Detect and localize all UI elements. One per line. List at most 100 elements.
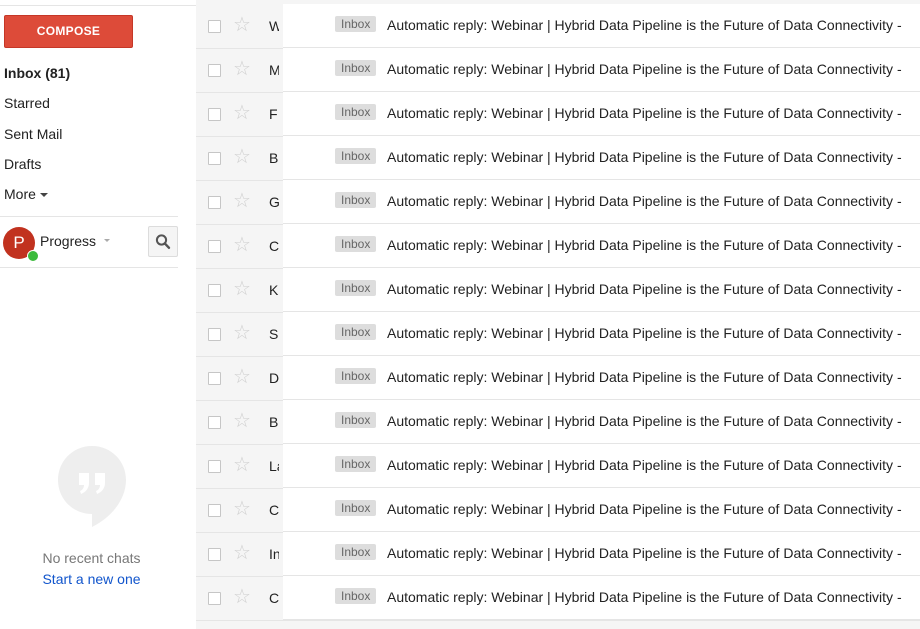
star-icon[interactable]: ☆	[233, 367, 251, 387]
sender-name: S	[269, 326, 279, 342]
inbox-label-badge: Inbox	[335, 500, 377, 516]
select-checkbox[interactable]	[208, 504, 221, 517]
star-icon[interactable]: ☆	[233, 455, 251, 475]
inbox-label-badge: Inbox	[335, 60, 377, 76]
nav-item-more-label: More	[4, 186, 36, 202]
star-icon[interactable]: ☆	[233, 499, 251, 519]
left-sidebar: COMPOSE Inbox (81) Starred Sent Mail Dra…	[0, 0, 196, 629]
star-icon[interactable]: ☆	[233, 15, 251, 35]
email-preview-panel[interactable]: Inbox Automatic reply: Webinar | Hybrid D…	[283, 180, 920, 224]
chat-divider	[0, 267, 178, 268]
email-preview-panel[interactable]: Inbox Automatic reply: Webinar | Hybrid D…	[283, 224, 920, 268]
email-row[interactable]: ☆ G Inbox Automatic reply: Webinar | Hybrid…	[196, 180, 920, 225]
star-icon[interactable]: ☆	[233, 411, 251, 431]
email-row[interactable]: ☆ In Inbox Automatic reply: Webinar | Hybri…	[196, 532, 920, 577]
nav-item-inbox[interactable]: Inbox (81)	[4, 65, 70, 81]
search-people-button[interactable]	[148, 226, 178, 257]
sender-name: B	[269, 414, 279, 430]
email-preview-panel[interactable]: Inbox Automatic reply: Webinar | Hybrid D…	[283, 444, 920, 488]
email-subject: Automatic reply: Webinar | Hybrid Data P…	[387, 281, 902, 297]
star-icon[interactable]: ☆	[233, 543, 251, 563]
sender-name: K	[269, 282, 279, 298]
inbox-label-badge: Inbox	[335, 412, 377, 428]
select-checkbox[interactable]	[208, 328, 221, 341]
select-checkbox[interactable]	[208, 240, 221, 253]
email-subject: Automatic reply: Webinar | Hybrid Data P…	[387, 369, 902, 385]
email-row[interactable]: ☆ D Inbox Automatic reply: Webinar | Hybrid…	[196, 356, 920, 401]
start-new-chat-link[interactable]: Start a new one	[0, 571, 183, 587]
sender-name: C	[269, 502, 279, 518]
email-preview-panel[interactable]: Inbox Automatic reply: Webinar | Hybrid D…	[283, 92, 920, 136]
star-icon[interactable]: ☆	[233, 587, 251, 607]
select-checkbox[interactable]	[208, 196, 221, 209]
select-checkbox[interactable]	[208, 108, 221, 121]
select-checkbox[interactable]	[208, 416, 221, 429]
star-icon[interactable]: ☆	[233, 235, 251, 255]
email-preview-panel[interactable]: Inbox Automatic reply: Webinar | Hybrid D…	[283, 576, 920, 620]
email-subject: Automatic reply: Webinar | Hybrid Data P…	[387, 237, 902, 253]
nav-item-drafts[interactable]: Drafts	[4, 156, 41, 172]
email-row[interactable]: ☆ S Inbox Automatic reply: Webinar | Hybrid…	[196, 312, 920, 357]
star-icon[interactable]: ☆	[233, 191, 251, 211]
nav-item-sent-mail[interactable]: Sent Mail	[4, 126, 62, 142]
inbox-label-badge: Inbox	[335, 104, 377, 120]
email-preview-panel[interactable]: Inbox Automatic reply: Webinar | Hybrid D…	[283, 532, 920, 576]
sender-name: W	[269, 18, 279, 34]
select-checkbox[interactable]	[208, 460, 221, 473]
email-subject: Automatic reply: Webinar | Hybrid Data P…	[387, 193, 902, 209]
email-preview-panel[interactable]: Inbox Automatic reply: Webinar | Hybrid D…	[283, 312, 920, 356]
star-icon[interactable]: ☆	[233, 59, 251, 79]
email-preview-panel[interactable]: Inbox Automatic reply: Webinar | Hybrid D…	[283, 268, 920, 312]
email-row[interactable]: ☆ W Inbox Automatic reply: Webinar | Hybrid…	[196, 4, 920, 49]
email-subject: Automatic reply: Webinar | Hybrid Data P…	[387, 589, 902, 605]
select-checkbox[interactable]	[208, 20, 221, 33]
select-checkbox[interactable]	[208, 372, 221, 385]
account-name[interactable]: Progress	[40, 233, 96, 249]
online-status-icon	[27, 250, 39, 262]
select-checkbox[interactable]	[208, 152, 221, 165]
email-row[interactable]: ☆ C Inbox Automatic reply: Webinar | Hybrid…	[196, 488, 920, 533]
sender-name: M	[269, 62, 279, 78]
header-divider	[0, 5, 196, 6]
email-row[interactable]: ☆ C Inbox Automatic reply: Webinar | Hybrid…	[196, 224, 920, 269]
inbox-label-badge: Inbox	[335, 368, 377, 384]
email-preview-panel[interactable]: Inbox Automatic reply: Webinar | Hybrid D…	[283, 488, 920, 532]
email-subject: Automatic reply: Webinar | Hybrid Data P…	[387, 501, 902, 517]
email-preview-panel[interactable]: Inbox Automatic reply: Webinar | Hybrid D…	[283, 356, 920, 400]
account-chevron-down-icon[interactable]	[104, 239, 110, 242]
email-row[interactable]: ☆ C Inbox Automatic reply: Webinar | Hybrid…	[196, 576, 920, 621]
email-preview-panel[interactable]: Inbox Automatic reply: Webinar | Hybrid D…	[283, 48, 920, 92]
email-subject: Automatic reply: Webinar | Hybrid Data P…	[387, 61, 902, 77]
email-preview-panel[interactable]: Inbox Automatic reply: Webinar | Hybrid D…	[283, 4, 920, 48]
email-row[interactable]: ☆ B Inbox Automatic reply: Webinar | Hybrid…	[196, 400, 920, 445]
inbox-label-badge: Inbox	[335, 236, 377, 252]
star-icon[interactable]: ☆	[233, 323, 251, 343]
compose-button[interactable]: COMPOSE	[4, 15, 133, 48]
sender-name: In	[269, 546, 279, 562]
email-subject: Automatic reply: Webinar | Hybrid Data P…	[387, 457, 902, 473]
email-row[interactable]: ☆ M Inbox Automatic reply: Webinar | Hybrid…	[196, 48, 920, 93]
email-subject: Automatic reply: Webinar | Hybrid Data P…	[387, 545, 902, 561]
email-row[interactable]: ☆ F Inbox Automatic reply: Webinar | Hybrid…	[196, 92, 920, 137]
email-row[interactable]: ☆ K Inbox Automatic reply: Webinar | Hybrid…	[196, 268, 920, 313]
email-preview-panel[interactable]: Inbox Automatic reply: Webinar | Hybrid D…	[283, 136, 920, 180]
star-icon[interactable]: ☆	[233, 147, 251, 167]
hangouts-icon	[57, 445, 127, 534]
select-checkbox[interactable]	[208, 592, 221, 605]
email-subject: Automatic reply: Webinar | Hybrid Data P…	[387, 17, 902, 33]
inbox-label-badge: Inbox	[335, 588, 377, 604]
sender-name: G	[269, 194, 279, 210]
inbox-label-badge: Inbox	[335, 16, 377, 32]
select-checkbox[interactable]	[208, 548, 221, 561]
select-checkbox[interactable]	[208, 64, 221, 77]
sender-name: B	[269, 150, 279, 166]
star-icon[interactable]: ☆	[233, 103, 251, 123]
nav-item-starred[interactable]: Starred	[4, 95, 50, 111]
email-preview-panel[interactable]: Inbox Automatic reply: Webinar | Hybrid D…	[283, 400, 920, 444]
email-row[interactable]: ☆ B Inbox Automatic reply: Webinar | Hybrid…	[196, 136, 920, 181]
list-bottom-edge	[196, 624, 920, 629]
email-row[interactable]: ☆ La Inbox Automatic reply: Webinar | Hybri…	[196, 444, 920, 489]
nav-item-more[interactable]: More	[4, 186, 48, 202]
star-icon[interactable]: ☆	[233, 279, 251, 299]
select-checkbox[interactable]	[208, 284, 221, 297]
